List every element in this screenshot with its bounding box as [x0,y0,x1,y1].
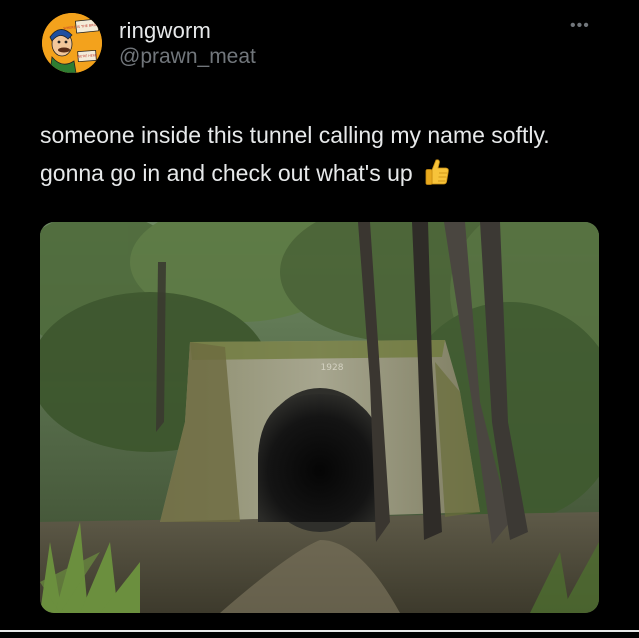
display-name[interactable]: ringworm [119,18,211,44]
tweet-text: someone inside this tunnel calling my na… [40,116,600,198]
portal-year-plaque: 1928 [321,363,344,373]
user-handle[interactable]: @prawn_meat [119,45,256,69]
tunnel-forest-image: 1928 [40,222,599,613]
thumbs-up-icon [421,157,451,198]
cartoon-avatar-icon: WHERE IS THE BROKE GUY? WE'RE HERE [42,13,102,73]
tweet: WHERE IS THE BROKE GUY? WE'RE HERE ringw… [0,0,639,638]
tweet-photo[interactable]: 1928 [40,222,599,613]
avatar[interactable]: WHERE IS THE BROKE GUY? WE'RE HERE [42,13,102,73]
tweet-body: someone inside this tunnel calling my na… [40,122,550,186]
more-options-icon[interactable]: ••• [570,17,590,35]
bottom-divider [0,630,639,632]
